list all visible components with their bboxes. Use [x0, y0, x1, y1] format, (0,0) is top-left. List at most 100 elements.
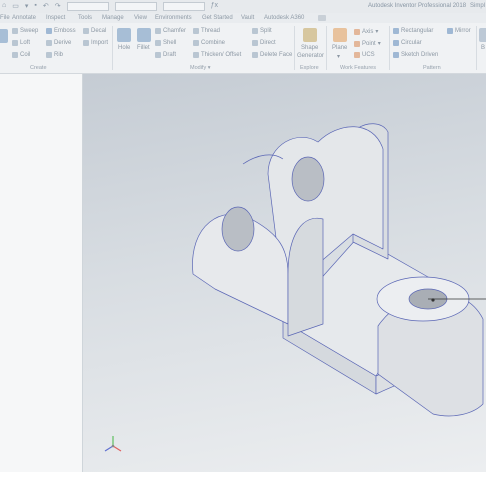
mirror-button[interactable]: Mirror [447, 28, 471, 34]
fillet-label: Fillet [137, 45, 150, 51]
ucs-button[interactable]: UCS [354, 52, 375, 58]
import-icon [83, 40, 89, 46]
draft-icon [155, 52, 161, 58]
circular-pattern-button[interactable]: Circular [393, 40, 422, 46]
panel-separator [389, 26, 390, 70]
plane-label: Plane [332, 45, 348, 51]
rib-icon [46, 52, 52, 58]
ribbon-options-icon[interactable] [318, 15, 326, 21]
direct-button[interactable]: Direct [252, 40, 276, 46]
tab-manage[interactable]: Manage [102, 15, 124, 21]
next-panel-icon[interactable] [479, 28, 486, 42]
shell-button[interactable]: Shell [155, 40, 176, 46]
emboss-button[interactable]: Emboss [46, 28, 76, 34]
new-file-icon[interactable]: ▭ [12, 2, 19, 11]
front-hole [221, 206, 255, 252]
point-icon [354, 40, 360, 47]
fx-icon[interactable]: ƒx [211, 2, 218, 11]
combine-icon [193, 40, 199, 46]
rectangular-pattern-button[interactable]: Rectangular [393, 28, 433, 34]
center-point [431, 298, 435, 302]
axis-icon [354, 28, 360, 35]
pattern-panel-label: Pattern [423, 65, 441, 71]
loft-icon [12, 40, 18, 46]
chevron-down-icon: ▾ [207, 65, 211, 71]
tab-file[interactable]: File [0, 15, 10, 21]
app-title: Autodesk Inventor Professional 2018 [368, 3, 467, 9]
tab-environments[interactable]: Environments [155, 15, 192, 21]
sketch-driven-pattern-button[interactable]: Sketch Driven [393, 52, 438, 58]
panel-separator [476, 26, 477, 70]
shape-generator-icon[interactable] [303, 28, 317, 42]
sweep-button[interactable]: Sweep [12, 28, 38, 34]
graphics-viewport[interactable] [83, 74, 486, 472]
ucs-icon [354, 52, 360, 58]
rib-button[interactable]: Rib [46, 52, 63, 58]
fillet-icon[interactable] [137, 28, 151, 42]
model-canvas[interactable] [83, 74, 486, 472]
material-selector[interactable] [114, 2, 157, 11]
chevron-down-icon: ▾ [375, 29, 379, 35]
derive-button[interactable]: Derive [46, 40, 71, 46]
thread-button[interactable]: Thread [193, 28, 220, 34]
chamfer-icon [155, 28, 161, 34]
ribbon-tab-bar: File Annotate Inspect Tools Manage View … [0, 13, 486, 23]
open-icon[interactable]: ▾ [25, 2, 29, 11]
draft-button[interactable]: Draft [155, 52, 176, 58]
home-icon[interactable]: ⌂ [2, 2, 6, 11]
decal-button[interactable]: Decal [83, 28, 106, 34]
plane-dropdown-icon[interactable]: ▾ [337, 53, 340, 60]
coil-icon [12, 52, 18, 58]
thicken-offset-button[interactable]: Thicken/ Offset [193, 52, 241, 58]
tab-get-started[interactable]: Get Started [202, 15, 233, 21]
next-panel-label: B [481, 45, 486, 51]
coil-button[interactable]: Coil [12, 52, 30, 58]
status-bar [0, 472, 486, 486]
model-browser[interactable] [0, 74, 83, 472]
triad-x-axis [112, 445, 122, 452]
shape-generator-label-2: Generator [297, 53, 325, 59]
redo-icon[interactable]: ↷ [55, 2, 61, 11]
tab-tools[interactable]: Tools [78, 15, 92, 21]
point-button[interactable]: Point ▾ [354, 40, 381, 47]
tab-annotate[interactable]: Annotate [12, 15, 36, 21]
triad-origin [111, 444, 115, 448]
save-icon[interactable]: ▪ [34, 2, 36, 11]
decal-icon [83, 28, 89, 34]
mirror-icon [447, 28, 453, 34]
emboss-icon [46, 28, 52, 34]
work-features-panel-label: Work Features [340, 65, 376, 71]
tab-view[interactable]: View [134, 15, 147, 21]
appearance-selector[interactable] [162, 2, 205, 11]
chamfer-button[interactable]: Chamfer [155, 28, 186, 34]
axis-button[interactable]: Axis ▾ [354, 28, 378, 35]
view-triad[interactable] [104, 436, 122, 452]
tab-vault[interactable]: Vault [241, 15, 254, 21]
undo-icon[interactable]: ↶ [43, 2, 49, 11]
document-selector[interactable] [66, 2, 109, 11]
modify-panel-label[interactable]: Modify ▾ [190, 65, 211, 71]
quick-access-toolbar: ⌂ ▭ ▾ ▪ ↶ ↷ ƒx [2, 2, 218, 11]
tab-inspect[interactable]: Inspect [46, 15, 65, 21]
delete-face-button[interactable]: Delete Face [252, 52, 292, 58]
title-bar: ⌂ ▭ ▾ ▪ ↶ ↷ ƒx Autodesk Inventor Profess… [0, 0, 486, 14]
tab-a360[interactable]: Autodesk A360 [264, 15, 304, 21]
hole-icon[interactable] [117, 28, 131, 42]
panel-separator [112, 26, 113, 70]
loft-button[interactable]: Loft [12, 40, 30, 46]
document-title: Simpl [470, 3, 486, 9]
import-button[interactable]: Import [83, 40, 108, 46]
shell-icon [155, 40, 161, 46]
rear-hole [291, 156, 325, 202]
delete-face-icon [252, 52, 258, 58]
ribbon: Sweep Emboss Decal Loft Derive Import Co… [0, 23, 486, 74]
chevron-down-icon: ▾ [377, 41, 381, 47]
panel-separator [326, 26, 327, 70]
split-button[interactable]: Split [252, 28, 272, 34]
combine-button[interactable]: Combine [193, 40, 225, 46]
triad-z-axis [104, 445, 114, 452]
plane-icon[interactable] [333, 28, 347, 42]
sweep-icon [12, 28, 18, 34]
split-icon [252, 28, 258, 34]
extrude-icon[interactable] [0, 29, 8, 43]
